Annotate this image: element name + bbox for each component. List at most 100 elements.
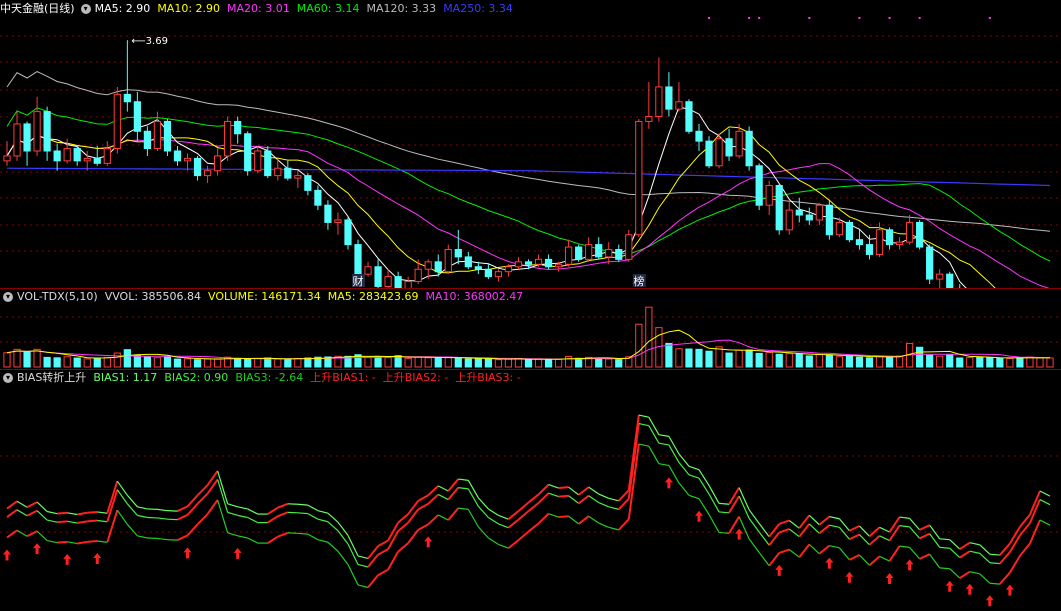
volume-bar bbox=[163, 356, 172, 368]
candle-body bbox=[334, 219, 342, 223]
bias1-segment bbox=[377, 539, 389, 547]
candle-body bbox=[3, 155, 11, 162]
volume-bar bbox=[464, 358, 472, 368]
bias3-segment bbox=[939, 567, 950, 570]
volume-bar bbox=[745, 349, 753, 368]
stock-title: 中天金融(日线) bbox=[0, 2, 75, 15]
bias1-segment bbox=[728, 487, 740, 505]
volume-bar bbox=[53, 357, 61, 368]
bias1-segment bbox=[788, 520, 800, 529]
bias1-segment bbox=[899, 516, 910, 519]
volume-bar bbox=[504, 358, 513, 368]
bias1-segment bbox=[989, 553, 1000, 556]
volume-bar bbox=[143, 356, 152, 368]
volume-bar bbox=[1046, 357, 1054, 368]
volume-panel[interactable]: ▾ VOL-TDX(5,10) VVOL: 385506.84 VOLUME: 146… bbox=[0, 289, 1061, 369]
volume-ma10-line bbox=[6, 339, 1051, 360]
bias2-segment bbox=[397, 521, 409, 532]
settings-chevron-icon[interactable]: ▾ bbox=[3, 292, 13, 302]
candle-body bbox=[635, 120, 643, 236]
candle-body bbox=[113, 93, 121, 150]
main-legend: 中天金融(日线) ▾ MA5: 2.90 MA10: 2.90 MA20: 3.01 MA… bbox=[0, 1, 520, 17]
volume-bar bbox=[113, 352, 121, 368]
bias3-segment bbox=[537, 512, 550, 525]
bias2-segment bbox=[77, 520, 88, 525]
bias2-segment bbox=[237, 514, 248, 519]
volume-bar bbox=[484, 358, 492, 368]
bias3-segment bbox=[77, 540, 88, 545]
volume-bar bbox=[193, 359, 202, 368]
bias-panel[interactable]: ▾ BIAS转折上升 BIAS1: 1.17 BIAS2: 0.90 BIAS3: -2… bbox=[0, 370, 1061, 611]
main-chart-panel[interactable]: 中天金融(日线) ▾ MA5: 2.90 MA10: 2.90 MA20: 3.01 MA… bbox=[0, 0, 1061, 288]
candle-body bbox=[143, 130, 152, 150]
candle-body bbox=[605, 249, 613, 258]
volume-bar bbox=[785, 353, 793, 368]
candle-body bbox=[875, 229, 884, 255]
volume-bar bbox=[424, 357, 432, 368]
settings-chevron-icon[interactable]: ▾ bbox=[80, 4, 91, 14]
bias3-segment bbox=[798, 543, 811, 558]
candle-body bbox=[234, 120, 242, 135]
volume-bar bbox=[544, 359, 553, 368]
bias3-segment bbox=[588, 515, 600, 524]
bias2-segment bbox=[458, 487, 469, 490]
bias3-segment bbox=[688, 494, 700, 500]
bias3-segment bbox=[46, 539, 58, 544]
candle-body bbox=[865, 244, 874, 255]
bias3-segment bbox=[999, 571, 1011, 585]
bias2-segment bbox=[548, 492, 559, 498]
bias1-segment bbox=[608, 497, 619, 502]
ma250-line bbox=[6, 167, 1051, 187]
rise-arrow-icon bbox=[1005, 584, 1014, 596]
candle-body bbox=[575, 246, 583, 260]
volume-bar bbox=[33, 348, 41, 368]
legend-ma60: MA60: 3.14 bbox=[296, 2, 360, 15]
event-dot bbox=[988, 17, 991, 19]
volume-bar bbox=[615, 359, 623, 368]
bias2-segment bbox=[377, 548, 389, 556]
bias1-segment bbox=[157, 508, 168, 512]
bias3-segment bbox=[568, 515, 580, 525]
candle-body bbox=[565, 246, 573, 265]
bias1-segment bbox=[57, 511, 68, 515]
candlestick-chart[interactable]: ⟵3.69⟵2.82财榜 bbox=[0, 0, 1061, 288]
bias2-segment bbox=[177, 514, 188, 521]
candle-body bbox=[173, 150, 182, 162]
bias1-segment bbox=[347, 535, 359, 557]
settings-chevron-icon[interactable]: ▾ bbox=[3, 373, 13, 383]
candle-body bbox=[304, 175, 312, 191]
volume-bar bbox=[936, 355, 944, 368]
rise-arrow-icon bbox=[965, 583, 974, 595]
rise-arrow-icon bbox=[183, 547, 192, 559]
bias-chart[interactable] bbox=[0, 370, 1061, 611]
bias2-segment bbox=[818, 524, 830, 535]
candle-body bbox=[224, 120, 232, 157]
candle-body bbox=[464, 256, 472, 268]
volume-bar bbox=[765, 351, 773, 368]
bias3-segment bbox=[317, 539, 329, 543]
bias2-segment bbox=[568, 495, 580, 504]
bias1-segment bbox=[227, 503, 238, 508]
bias1-segment bbox=[498, 514, 509, 520]
rise-arrow-icon bbox=[825, 557, 834, 569]
bias1-segment bbox=[517, 501, 530, 512]
candle-body bbox=[123, 93, 131, 103]
volume-bar bbox=[845, 355, 854, 368]
bias3-segment bbox=[578, 515, 590, 525]
bias1-segment bbox=[437, 485, 449, 492]
candle-body bbox=[163, 120, 172, 152]
bias3-segment bbox=[738, 516, 750, 540]
bias2-segment bbox=[16, 509, 28, 517]
bias3-segment bbox=[277, 531, 289, 538]
bias2-segment bbox=[267, 515, 279, 524]
volume-bar bbox=[855, 356, 864, 368]
bias3-segment bbox=[297, 532, 308, 535]
candle-body bbox=[554, 263, 563, 268]
bias3-segment bbox=[26, 530, 38, 538]
bias1-segment bbox=[97, 511, 108, 514]
legend-rise-bias3: 上升BIAS3: - bbox=[455, 371, 521, 384]
bias1-segment bbox=[959, 541, 971, 550]
rise-arrow-icon bbox=[33, 543, 42, 555]
candle-body bbox=[514, 261, 523, 268]
volume-bar bbox=[254, 358, 262, 368]
